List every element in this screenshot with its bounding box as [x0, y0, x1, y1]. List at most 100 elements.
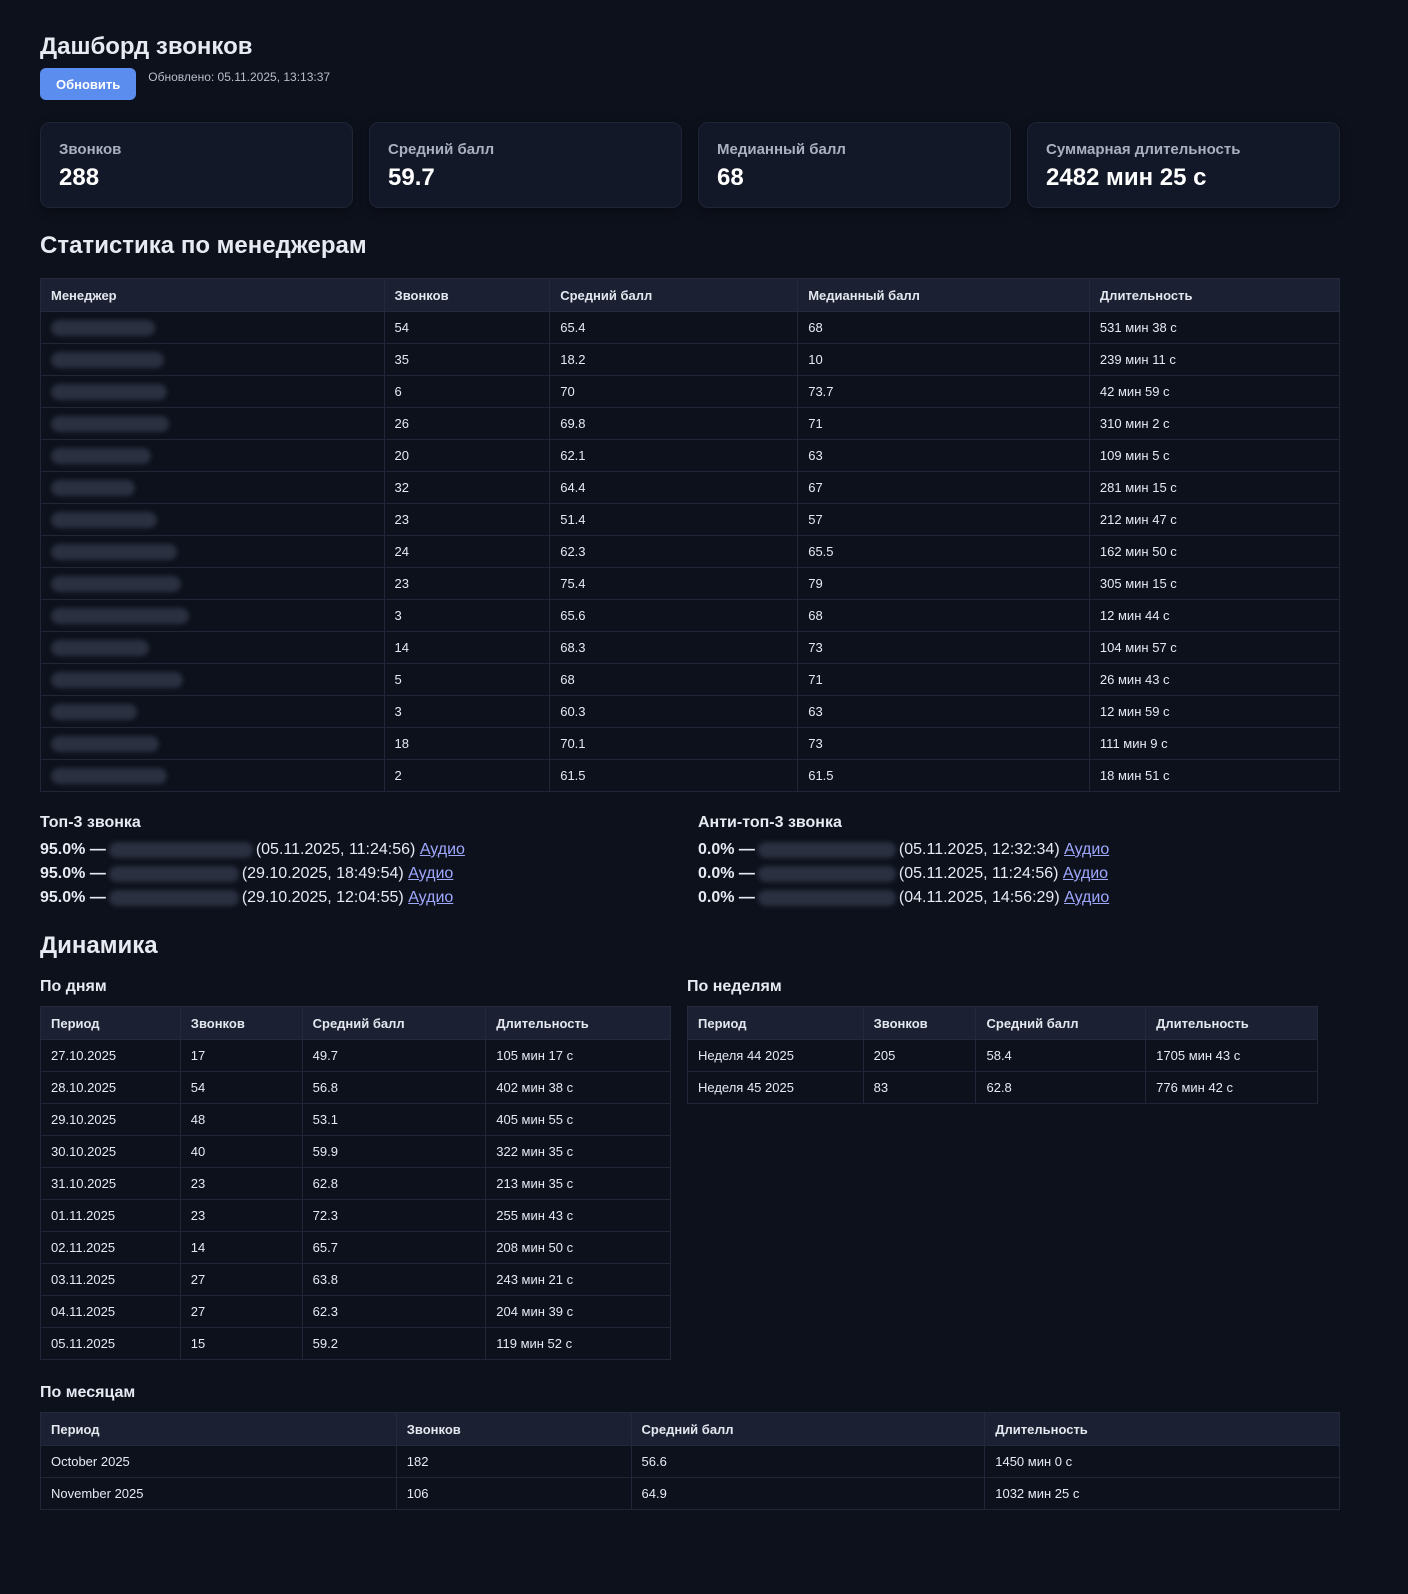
audio-link[interactable]: Аудио: [1063, 865, 1108, 882]
table-cell: 60.3: [549, 695, 799, 728]
table-cell: 402 мин 38 с: [485, 1071, 671, 1104]
weeks-block: По неделям Период Звонков Средний балл Длит…: [687, 978, 1318, 1360]
table-cell: 63: [797, 695, 1090, 728]
table-row: 23 75.4 79 305 мин 15 с: [40, 567, 1341, 600]
manager-name-cell: [40, 535, 385, 568]
table-cell: 205: [862, 1039, 977, 1072]
column-header[interactable]: Средний балл: [630, 1412, 986, 1446]
table-cell: 59.9: [301, 1135, 487, 1168]
redacted-name: [51, 511, 157, 528]
table-cell: 54: [383, 311, 551, 344]
column-header[interactable]: Средний балл: [301, 1006, 487, 1040]
call-score: 95.0%: [40, 889, 86, 906]
card-value: 288: [59, 164, 100, 191]
redacted-name: [51, 479, 135, 496]
table-cell: 49.7: [301, 1039, 487, 1072]
column-header[interactable]: Длительность: [1088, 278, 1341, 312]
column-header[interactable]: Медианный балл: [797, 278, 1090, 312]
table-cell: 48: [179, 1103, 303, 1136]
table-cell: 310 мин 2 с: [1088, 407, 1341, 440]
table-cell: 1450 мин 0 с: [984, 1445, 1340, 1478]
table-row: 26 69.8 71 310 мин 2 с: [40, 407, 1341, 440]
table-cell: 109 мин 5 с: [1088, 439, 1341, 472]
weeks-table: Период Звонков Средний балл Длительность Не…: [687, 1006, 1318, 1104]
refresh-button[interactable]: Обновить: [40, 68, 137, 100]
table-cell: 24: [383, 535, 551, 568]
table-cell: 68: [797, 311, 1090, 344]
table-cell: 111 мин 9 с: [1088, 727, 1341, 760]
column-header[interactable]: Длительность: [984, 1412, 1340, 1446]
table-cell: 5: [383, 663, 551, 696]
redacted-name: [51, 319, 155, 336]
column-header[interactable]: Средний балл: [549, 278, 799, 312]
column-header[interactable]: Период: [687, 1006, 864, 1040]
table-cell: 20: [383, 439, 551, 472]
table-cell: 1032 мин 25 с: [984, 1477, 1340, 1510]
column-header[interactable]: Менеджер: [40, 278, 385, 312]
table-cell: 212 мин 47 с: [1088, 503, 1341, 536]
manager-name-cell: [40, 471, 385, 504]
call-score: 0.0%: [698, 841, 735, 858]
months-header-row: Период Звонков Средний балл Длительность: [40, 1412, 1340, 1446]
column-header[interactable]: Длительность: [1145, 1006, 1318, 1040]
table-cell: 70: [549, 375, 799, 408]
table-row: Неделя 45 2025 83 62.8 776 мин 42 с: [687, 1071, 1318, 1104]
table-cell: Неделя 44 2025: [687, 1039, 864, 1072]
call-score: 0.0%: [698, 889, 735, 906]
audio-link[interactable]: Аудио: [1064, 889, 1109, 906]
table-cell: 12 мин 44 с: [1088, 599, 1341, 632]
table-cell: 18: [383, 727, 551, 760]
table-cell: 1705 мин 43 с: [1145, 1039, 1318, 1072]
column-header[interactable]: Средний балл: [975, 1006, 1147, 1040]
redacted-name: [51, 703, 137, 720]
dash-separator: —: [738, 889, 755, 906]
audio-link[interactable]: Аудио: [420, 841, 465, 858]
column-header[interactable]: Звонков: [179, 1006, 303, 1040]
audio-link[interactable]: Аудио: [408, 889, 453, 906]
column-header[interactable]: Период: [40, 1006, 181, 1040]
manager-name-cell: [40, 375, 385, 408]
table-cell: 83: [862, 1071, 977, 1104]
top-call-item: 95.0% — (29.10.2025, 12:04:55) Аудио: [40, 886, 682, 910]
table-cell: 35: [383, 343, 551, 376]
table-cell: 65.7: [301, 1231, 487, 1264]
card-label: Медианный балл: [717, 141, 846, 158]
table-cell: 73.7: [797, 375, 1090, 408]
managers-header-row: Менеджер Звонков Средний балл Медианный бал…: [40, 278, 1341, 312]
audio-link[interactable]: Аудио: [1064, 841, 1109, 858]
table-cell: 105 мин 17 с: [485, 1039, 671, 1072]
dash-separator: —: [89, 889, 106, 906]
column-header[interactable]: Звонков: [383, 278, 551, 312]
column-header[interactable]: Звонков: [395, 1412, 632, 1446]
months-block: По месяцам Период Звонков Средний балл Длит…: [40, 1384, 1340, 1510]
column-header[interactable]: Длительность: [485, 1006, 671, 1040]
call-datetime: (05.11.2025, 11:24:56): [255, 841, 416, 858]
table-row: 05.11.2025 15 59.2 119 мин 52 с: [40, 1327, 671, 1360]
dynamics-section-title: Динамика: [40, 932, 158, 959]
manager-name-cell: [40, 727, 385, 760]
table-cell: 63.8: [301, 1263, 487, 1296]
table-row: 28.10.2025 54 56.8 402 мин 38 с: [40, 1071, 671, 1104]
redacted-name: [51, 575, 181, 592]
call-score: 0.0%: [698, 865, 735, 882]
table-cell: 62.3: [301, 1295, 487, 1328]
table-cell: 62.8: [301, 1167, 487, 1200]
table-cell: 65.5: [797, 535, 1090, 568]
redacted-name: [51, 671, 183, 688]
table-cell: 64.9: [630, 1477, 986, 1510]
table-cell: 6: [383, 375, 551, 408]
table-cell: 10: [797, 343, 1090, 376]
table-cell: 58.4: [975, 1039, 1147, 1072]
table-cell: 64.4: [549, 471, 799, 504]
column-header[interactable]: Период: [40, 1412, 397, 1446]
table-cell: 18.2: [549, 343, 799, 376]
column-header[interactable]: Звонков: [862, 1006, 977, 1040]
table-row: 35 18.2 10 239 мин 11 с: [40, 343, 1341, 376]
table-cell: 63: [797, 439, 1090, 472]
dashboard: Дашборд звонков Обновить Обновлено: 05.1…: [0, 0, 1380, 1510]
table-row: October 2025 182 56.6 1450 мин 0 с: [40, 1445, 1340, 1478]
table-cell: 04.11.2025: [40, 1295, 181, 1328]
redacted-name: [108, 865, 239, 882]
audio-link[interactable]: Аудио: [408, 865, 453, 882]
table-cell: 305 мин 15 с: [1088, 567, 1341, 600]
